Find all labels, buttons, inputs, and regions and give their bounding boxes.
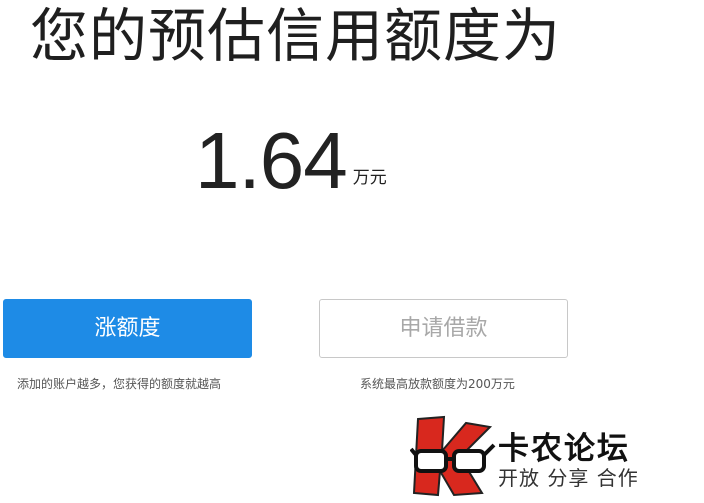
- k-glasses-logo-icon: [410, 415, 496, 497]
- page-title: 您的预估信用额度为: [30, 2, 562, 70]
- credit-amount: 1.64 万元: [195, 118, 387, 208]
- raise-limit-hint: 添加的账户越多，您获得的额度就越高: [17, 377, 222, 391]
- apply-loan-button[interactable]: 申请借款: [319, 299, 568, 358]
- credit-amount-value: 1.64: [195, 116, 348, 205]
- watermark-logo: 卡农论坛 开放 分享 合作: [410, 415, 660, 497]
- raise-limit-button[interactable]: 涨额度: [3, 299, 252, 358]
- credit-estimate-page: 您的预估信用额度为 1.64 万元 涨额度 添加的账户越多，您获得的额度就越高 申…: [0, 0, 704, 503]
- apply-loan-hint: 系统最高放款额度为200万元: [360, 377, 515, 391]
- logo-slogan: 开放 分享 合作: [498, 466, 639, 490]
- credit-amount-unit: 万元: [352, 168, 387, 188]
